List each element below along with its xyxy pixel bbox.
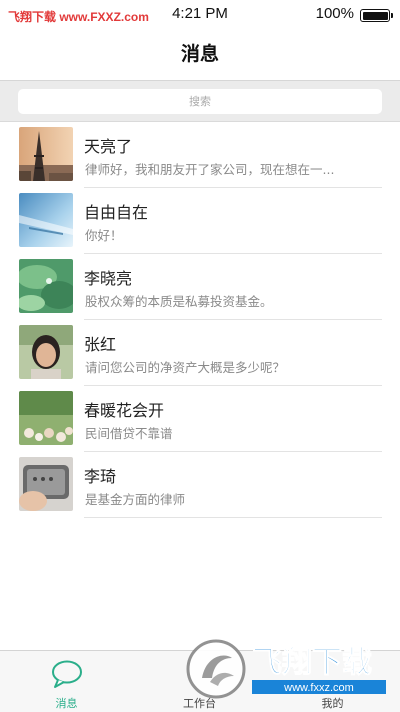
- tower-avatar: [19, 127, 73, 181]
- nav-bar: 消息: [0, 30, 400, 80]
- flowers-avatar: [19, 391, 73, 445]
- message-preview: 你好！: [85, 228, 123, 243]
- battery-icon: [360, 9, 393, 22]
- watermark-logo-text: 飞翔下载: [252, 646, 372, 679]
- tab-label: 消息: [55, 697, 78, 710]
- contact-name: 张红: [84, 335, 117, 354]
- contact-name: 李琦: [84, 467, 117, 486]
- battery-percentage: 100%: [315, 5, 354, 22]
- hand-phone-avatar: [19, 457, 73, 511]
- status-bar: 飞翔下载 www.FXXZ.com 4:21 PM 100%: [0, 0, 400, 30]
- lotus-leaf-avatar: [19, 259, 73, 313]
- chat-item-liqi[interactable]: 李琦 是基金方面的律师: [0, 452, 400, 518]
- chat-item-ziyouzizai[interactable]: 自由自在 你好！: [0, 188, 400, 254]
- message-preview: 律师好，我和朋友开了家公司，现在想在一...: [85, 162, 335, 177]
- watermark-logo: 飞翔下载 www.fxxz.com: [184, 634, 400, 704]
- person-portrait-avatar: [19, 325, 73, 379]
- chat-item-lixiaoliang[interactable]: 李晓亮 股权众筹的本质是私募投资基金。: [0, 254, 400, 320]
- chat-item-zhanghong[interactable]: 张红 请问您公司的净资产大概是多少呢？: [0, 320, 400, 386]
- search-input[interactable]: 搜索: [18, 89, 382, 114]
- chat-item-tianliangle[interactable]: 天亮了 律师好，我和朋友开了家公司，现在想在一...: [0, 122, 400, 188]
- tab-messages[interactable]: 消息: [0, 651, 133, 712]
- chat-list: 天亮了 律师好，我和朋友开了家公司，现在想在一... 自由自在 你好！ 李晓亮 …: [0, 122, 400, 518]
- page-title: 消息: [180, 43, 219, 65]
- chat-bubble-icon: [51, 659, 83, 689]
- contact-name: 天亮了: [84, 137, 133, 156]
- blue-abstract-avatar: [19, 193, 73, 247]
- message-preview: 请问您公司的净资产大概是多少呢？: [85, 360, 286, 375]
- contact-name: 春暖花会开: [84, 401, 165, 420]
- watermark-logo-url: www.fxxz.com: [283, 682, 354, 694]
- message-preview: 民间借贷不靠谱: [85, 426, 173, 441]
- search-area: 搜索: [0, 80, 400, 122]
- chat-item-chunnuanhuahuikai[interactable]: 春暖花会开 民间借贷不靠谱: [0, 386, 400, 452]
- message-preview: 是基金方面的律师: [85, 492, 186, 507]
- divider: [84, 517, 382, 518]
- message-preview: 股权众筹的本质是私募投资基金。: [85, 294, 273, 309]
- contact-name: 自由自在: [84, 203, 149, 222]
- contact-name: 李晓亮: [84, 269, 133, 288]
